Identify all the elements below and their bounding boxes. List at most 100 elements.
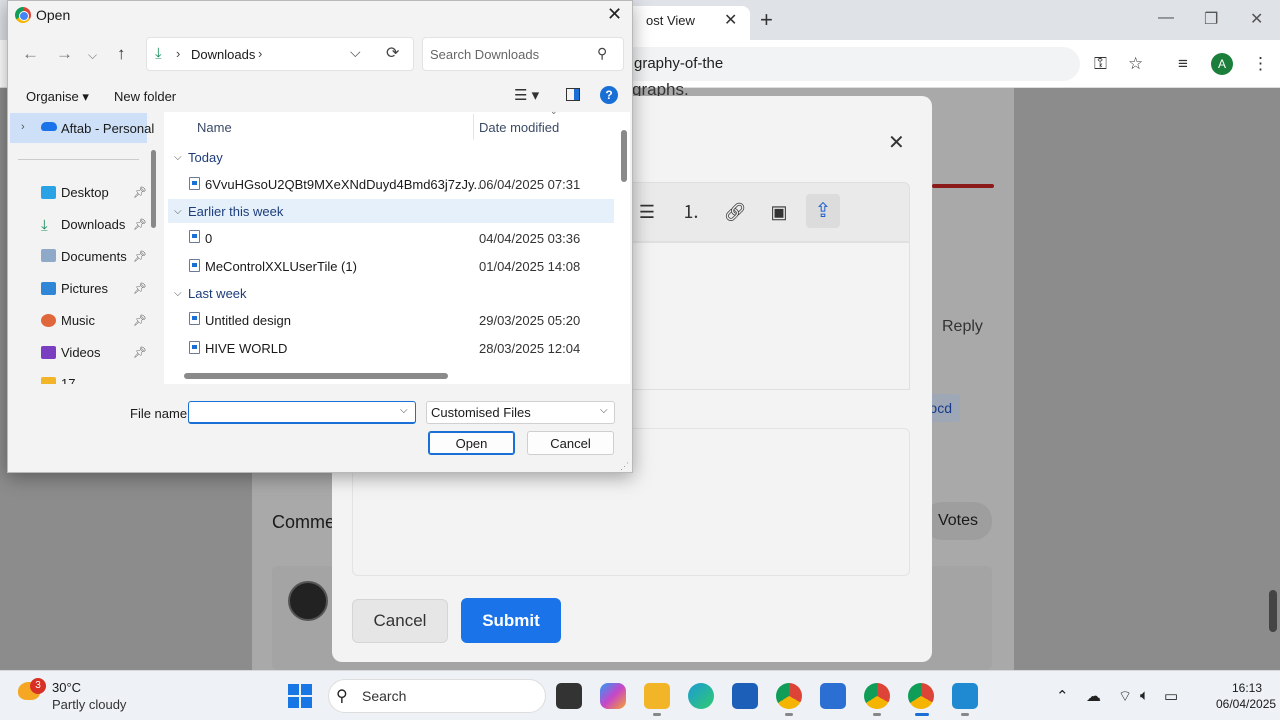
nav-item-videos[interactable]: Videos [61,345,101,360]
nav-item-music[interactable]: Music [61,313,95,328]
votes-button[interactable]: Votes [924,502,992,540]
copilot-app-icon[interactable] [600,683,626,709]
clock-time[interactable]: 16:13 [1232,681,1262,695]
resize-grip-icon[interactable]: ⋰ [620,461,629,472]
path-separator-icon[interactable]: › [258,46,262,61]
tab-close-icon[interactable]: ✕ [724,10,737,30]
nav-item-desktop[interactable]: Desktop [61,185,109,200]
expand-chevron-icon[interactable]: › [21,121,25,133]
path-segment-downloads[interactable]: Downloads [191,47,255,62]
file-list-vertical-scrollbar[interactable] [621,130,627,182]
nav-item-documents[interactable]: Documents [61,249,127,264]
file-name-input[interactable] [188,401,416,424]
tray-overflow-icon[interactable]: ⌃ [1056,687,1069,705]
vscode-app-icon[interactable] [952,683,978,709]
dialog-close-icon[interactable]: ✕ [607,4,622,25]
group-header-last-week[interactable]: Last week [188,286,247,301]
page-scroll-thumb[interactable] [1269,590,1277,632]
onedrive-tray-icon[interactable]: ☁ [1086,687,1101,705]
pin-icon: 📌︎ [133,315,147,327]
group-collapse-chevron-icon[interactable]: ⌵ [174,152,182,163]
file-name[interactable]: Untitled design [205,313,291,328]
clock-date[interactable]: 06/04/2025 [1216,697,1276,711]
task-view-app-icon[interactable] [556,683,582,709]
start-tile [288,697,299,708]
group-header-earlier-this-week[interactable]: Earlier this week [188,204,283,219]
chrome-active-app-icon[interactable] [908,683,934,709]
file-name[interactable]: 0 [205,231,212,246]
address-path-bar[interactable] [146,37,414,71]
file-type-select[interactable]: Customised Files [426,401,615,424]
nav-item-pictures[interactable]: Pictures [61,281,108,296]
store-app-icon[interactable] [732,683,758,709]
upload-icon[interactable]: ⇪ [806,194,840,228]
search-downloads-input[interactable] [422,37,624,71]
preview-pane-icon[interactable] [566,88,580,101]
numbered-list-icon[interactable]: ⒈ [676,198,706,226]
link-icon[interactable]: 🔗︎ [720,198,750,226]
battery-icon[interactable]: ▭ [1164,687,1178,705]
group-collapse-chevron-icon[interactable]: ⌵ [174,288,182,299]
column-header-date[interactable]: Date modified [479,120,559,135]
window-close-icon[interactable]: ✕ [1250,9,1263,29]
recent-locations-chevron-icon[interactable]: ⌵ [88,48,97,63]
menu-kebab-icon[interactable]: ⋮ [1252,54,1269,74]
modal-close-icon[interactable]: ✕ [888,130,905,155]
page-scrollbar[interactable] [1266,88,1280,670]
start-button[interactable] [288,684,312,708]
media-control-icon[interactable]: ≡ [1178,54,1188,74]
nav-scrollbar-thumb[interactable] [151,150,156,228]
group-collapse-chevron-icon[interactable]: ⌵ [174,206,182,217]
commenter-avatar [288,581,328,621]
image-file-icon [189,341,200,354]
refresh-icon[interactable]: ⟳ [386,43,399,63]
file-type-dropdown-icon[interactable]: ⌵ [600,405,608,416]
weather-temperature[interactable]: 30°C [52,680,81,695]
volume-icon[interactable]: 🔈︎ [1140,687,1149,704]
cancel-button[interactable]: Cancel [527,431,614,455]
weather-description[interactable]: Partly cloudy [52,697,126,712]
column-divider[interactable] [473,114,474,140]
new-tab-icon[interactable]: + [760,7,773,33]
edge-app-icon[interactable] [688,683,714,709]
running-indicator [653,713,661,716]
bullet-list-icon[interactable]: ☰ [632,198,662,226]
file-name-dropdown-icon[interactable]: ⌵ [400,405,408,416]
search-icon: ⚲ [597,45,608,61]
chrome-profile-app-icon[interactable] [776,683,802,709]
file-name[interactable]: HIVE WORLD [205,341,287,356]
file-name[interactable]: 6VvuHGsoU2QBt9MXeXNdDuyd4Bmd63j7zJy... [205,177,484,192]
view-options-icon[interactable]: ☰ ▾ [514,86,539,104]
image-icon[interactable]: ▣ [764,198,794,226]
group-header-today[interactable]: Today [188,150,223,165]
organise-menu-button[interactable]: Organise ▾ [26,89,89,105]
nav-item-downloads[interactable]: Downloads [61,217,125,232]
file-list-horizontal-scrollbar[interactable] [184,373,448,379]
decorative-line [932,184,994,188]
reply-button[interactable]: Reply [928,310,992,344]
profile-avatar[interactable]: A [1211,53,1233,75]
pin-icon: 📌︎ [133,283,147,295]
chrome-app-icon[interactable] [864,683,890,709]
new-folder-button[interactable]: New folder [114,89,176,104]
forward-arrow-icon[interactable]: → [56,44,73,64]
file-name[interactable]: MeControlXXLUserTile (1) [205,259,357,274]
minimize-icon[interactable]: — [1158,9,1174,27]
help-icon[interactable]: ? [600,86,618,104]
nav-item-folder-17[interactable]: 17 [61,376,75,384]
path-separator-icon[interactable]: › [176,46,180,61]
open-button[interactable]: Open [428,431,515,455]
wifi-icon[interactable]: ⌔ [1118,687,1132,706]
column-header-name[interactable]: Name [197,120,232,135]
back-arrow-icon[interactable]: ← [22,44,39,64]
path-dropdown-chevron-icon[interactable]: ⌵ [350,44,361,61]
restore-icon[interactable]: ❐ [1204,9,1218,29]
notepad-app-icon[interactable] [820,683,846,709]
file-explorer-app-icon[interactable] [644,683,670,709]
taskbar-search[interactable] [328,679,546,713]
up-arrow-icon[interactable]: ↑ [117,44,126,64]
bookmark-star-icon[interactable]: ☆ [1128,54,1143,74]
modal-cancel-button[interactable]: Cancel [352,599,448,643]
submit-button[interactable]: Submit [461,598,561,643]
password-key-icon[interactable]: ⚿ [1094,54,1107,74]
